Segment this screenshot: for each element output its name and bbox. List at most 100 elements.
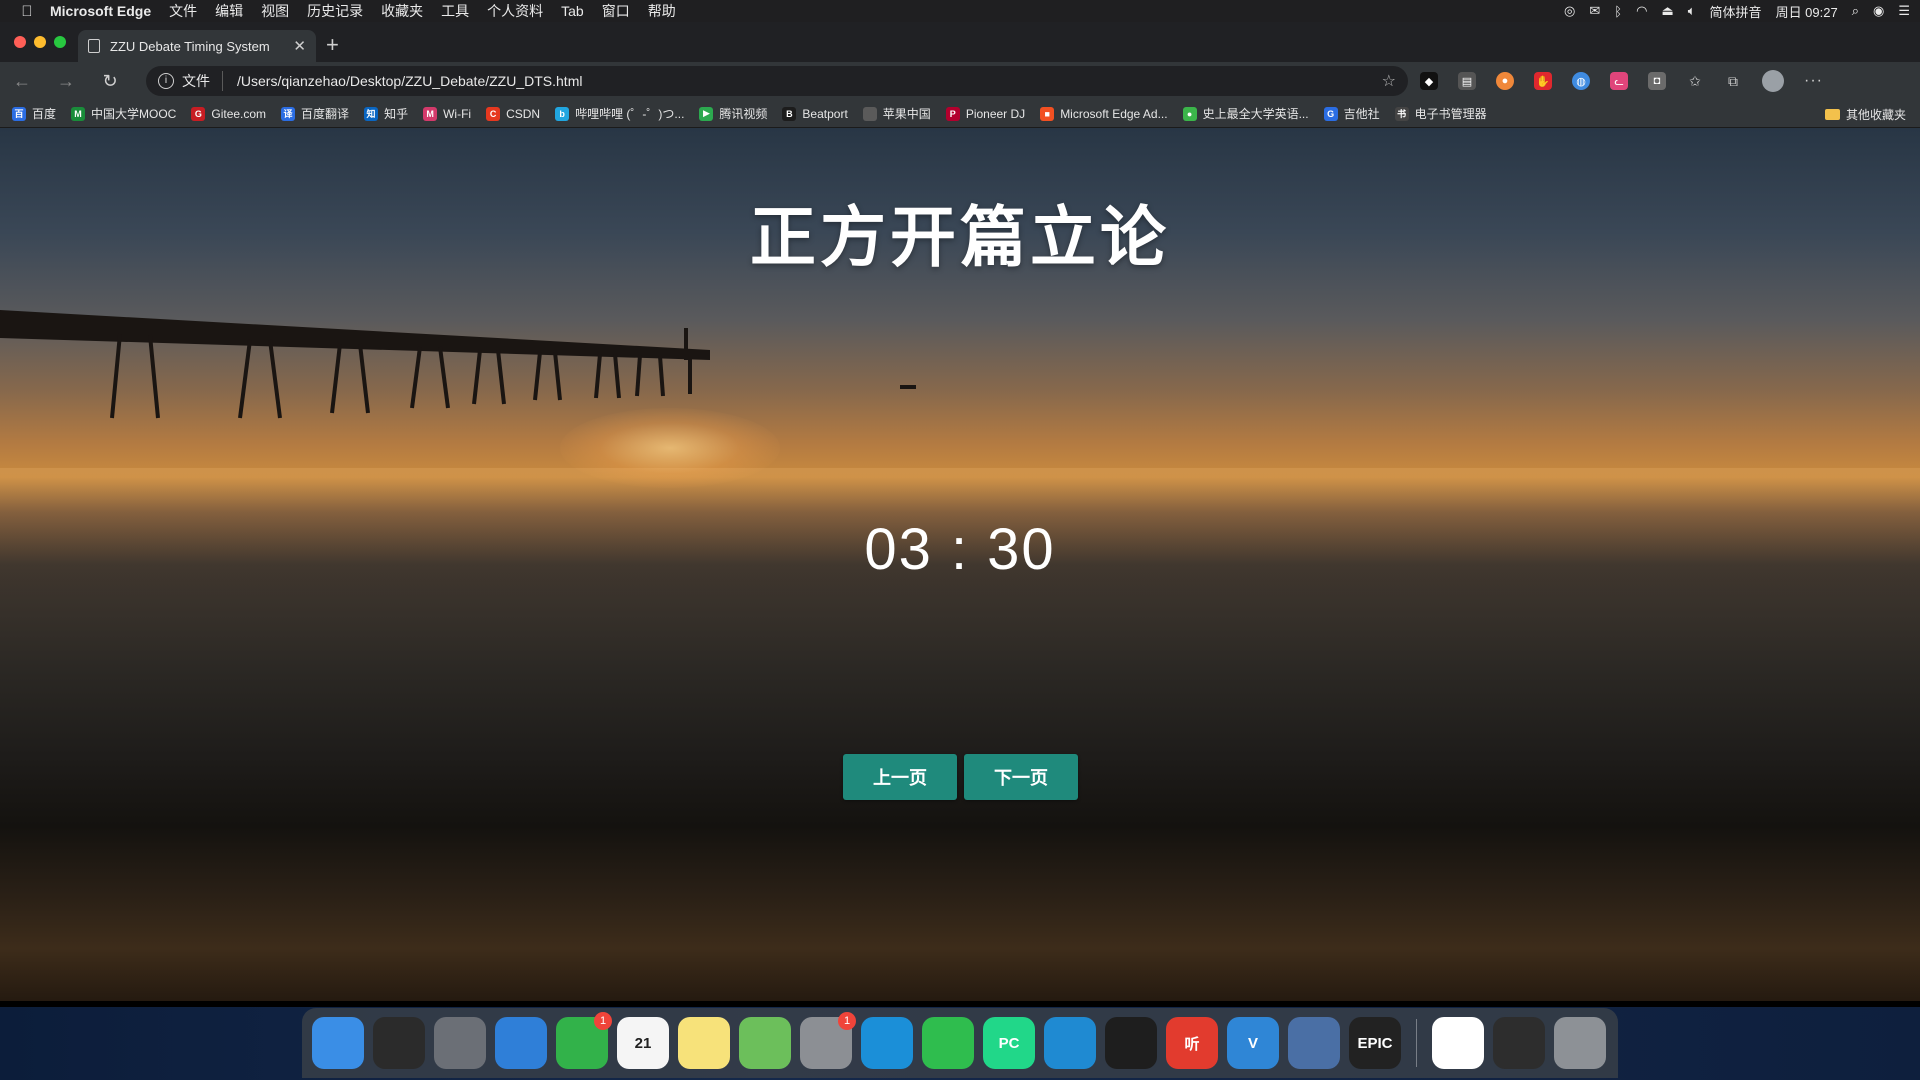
browser-tab-active[interactable]: ZZU Debate Timing System ✕ [78,30,316,62]
siri-icon[interactable]: ◉ [1873,3,1884,19]
bookmark-item[interactable]: 书电子书管理器 [1394,105,1487,122]
notification-badge: 1 [594,1012,612,1030]
notification-center-icon[interactable]: ☰ [1898,3,1910,19]
bookmark-item[interactable]: P Pioneer DJ [945,106,1025,121]
collections-icon[interactable]: ⧉ [1724,72,1742,90]
apple-icon[interactable]:  [16,3,38,20]
menu-help[interactable]: 帮助 [648,1,676,21]
dock-app-dashboard-icon[interactable] [373,1017,425,1069]
bookmark-label: 哔哩哔哩 (゜-゜)つ... [575,107,685,121]
dock-app-netease-music-icon[interactable]: 听 [1166,1017,1218,1069]
bookmark-item[interactable]: ● 史上最全大学英语... [1182,105,1309,122]
more-options-icon[interactable]: ··· [1804,72,1823,90]
dock-app-launchpad-icon[interactable] [434,1017,486,1069]
dock-app-trash-icon[interactable] [1554,1017,1606,1069]
folder-icon [1824,108,1840,120]
dock-app-terminal-icon[interactable] [1105,1017,1157,1069]
wifi-icon[interactable]: ◠ [1636,3,1647,19]
dock-app-system-preferences-icon[interactable]: 1 [800,1012,856,1069]
bookmark-item[interactable]: 知知乎 [364,105,408,122]
dock-app-wechat-icon[interactable] [922,1017,974,1069]
extension-cat-icon[interactable]: ᓚ [1610,72,1628,90]
extension-screenshot-icon[interactable]: ◘ [1648,72,1666,90]
bluetooth-icon[interactable]: ᛒ [1614,4,1622,19]
extension-reader-icon[interactable]: ▤ [1458,72,1476,90]
menu-edit[interactable]: 编辑 [215,1,243,21]
other-bookmarks[interactable]: 其他收藏夹 [1824,100,1906,128]
address-bar[interactable]: i 文件 /Users/qianzehao/Desktop/ZZU_Debate… [146,66,1408,96]
bookmark-item[interactable]: 苹果中国 [862,105,931,122]
menu-file[interactable]: 文件 [169,1,197,21]
bookmark-item[interactable]: G Gitee.com [191,106,266,121]
dock-app-vs-code-icon[interactable] [1044,1017,1096,1069]
menu-tab[interactable]: Tab [561,3,584,19]
dock-app-edge-document-icon[interactable] [1432,1017,1484,1069]
dock-app-label: V [1247,1034,1258,1052]
menu-profile[interactable]: 个人资料 [487,1,543,21]
back-arrow-icon[interactable]: ← [0,71,44,92]
bookmark-item[interactable]: 译百度翻译 [281,105,349,122]
bookmark-label: 史上最全大学英语... [1202,107,1309,121]
dock-app-notes-icon[interactable] [678,1017,730,1069]
next-page-button[interactable]: 下一页 [964,754,1078,800]
menubar-clock[interactable]: 周日 09:27 [1776,2,1838,21]
add-favorite-icon[interactable]: ☆ [1382,71,1396,91]
menu-app-name[interactable]: Microsoft Edge [50,3,151,19]
menu-view[interactable]: 视图 [261,1,289,21]
dock-app-calendar-icon[interactable]: 21 [617,1017,669,1069]
info-icon[interactable]: i [158,73,174,89]
menu-favorites[interactable]: 收藏夹 [381,1,423,21]
dock-app-microsoft-edge-icon[interactable] [861,1017,913,1069]
menu-window[interactable]: 窗口 [602,1,630,21]
previous-page-button[interactable]: 上一页 [843,754,957,800]
bookmark-item[interactable]: ■ Microsoft Edge Ad... [1040,106,1168,121]
bookmark-item[interactable]: M 中国大学MOOC [71,105,176,122]
extension-adblock-icon[interactable]: ✋ [1534,72,1552,90]
favorites-icon[interactable]: ✩ [1686,72,1704,90]
wechat-icon[interactable]: ✉ [1589,3,1600,19]
dock-app-epic-games-icon[interactable]: EPIC [1349,1017,1401,1069]
volume-icon[interactable]: 🔈︎ [1688,3,1696,19]
menu-history[interactable]: 历史记录 [307,1,363,21]
dock-app-virtualbox-icon[interactable] [1288,1017,1340,1069]
reload-icon[interactable]: ↻ [88,71,132,92]
bookmark-favicon-icon: G [1323,106,1338,121]
address-url[interactable]: /Users/qianzehao/Desktop/ZZU_Debate/ZZU_… [237,73,582,89]
bookmark-item[interactable]: G 吉他社 [1323,105,1380,122]
bookmark-label: 苹果中国 [882,107,931,121]
extension-color-icon[interactable]: ◍ [1572,72,1590,90]
tab-strip: ZZU Debate Timing System ✕ + [0,22,1920,62]
forward-arrow-icon[interactable]: → [44,71,88,92]
bookmark-favicon-icon: B [782,106,797,121]
mac-dock: 1 21 1 PC 听 V EPIC [302,1008,1618,1078]
dock-app-visual-paradigm-icon[interactable]: V [1227,1017,1279,1069]
creative-cloud-icon[interactable]: ◎ [1564,3,1575,19]
bookmark-item[interactable]: b 哔哩哔哩 (゜-゜)つ... [555,105,684,122]
bookmark-item[interactable]: 百百度 [12,105,56,122]
extension-bat-icon[interactable]: ◆ [1420,72,1438,90]
bookmark-item[interactable]: C CSDN [486,106,540,121]
spotlight-search-icon[interactable]: ⌕ [1852,3,1859,19]
bookmark-item[interactable]: B Beatport [782,106,848,121]
browser-window: ZZU Debate Timing System ✕ + ← → ↻ i 文件 … [0,22,1920,1007]
dock-app-maps-icon[interactable] [739,1017,791,1069]
extension-orange-icon[interactable]: ● [1496,72,1514,90]
dock-app-finder-icon[interactable] [312,1017,364,1069]
new-tab-icon[interactable]: + [326,32,339,58]
dock-app-safari-icon[interactable] [495,1017,547,1069]
profile-avatar[interactable] [1762,70,1784,92]
bookmark-item[interactable]: M Wi-Fi [423,106,471,121]
menu-tools[interactable]: 工具 [441,1,469,21]
dock-app-pycharm-icon[interactable]: PC [983,1017,1035,1069]
bookmark-item[interactable]: ▶ 腾讯视频 [699,105,767,122]
dock-app-vs-code-window-icon[interactable] [1493,1017,1545,1069]
close-tab-icon[interactable]: ✕ [293,37,306,55]
dock-app-facetime-icon[interactable]: 1 [556,1012,612,1069]
minimize-window-button[interactable] [34,36,46,48]
close-window-button[interactable] [14,36,26,48]
zoom-window-button[interactable] [54,36,66,48]
extensions-area: ◆ ▤ ● ✋ ◍ ᓚ ◘ ✩ ⧉ ··· [1420,62,1823,100]
eject-icon[interactable]: ⏏ [1661,3,1673,19]
bookmark-label: Beatport [802,106,848,121]
input-method[interactable]: 简体拼音 [1710,2,1762,21]
